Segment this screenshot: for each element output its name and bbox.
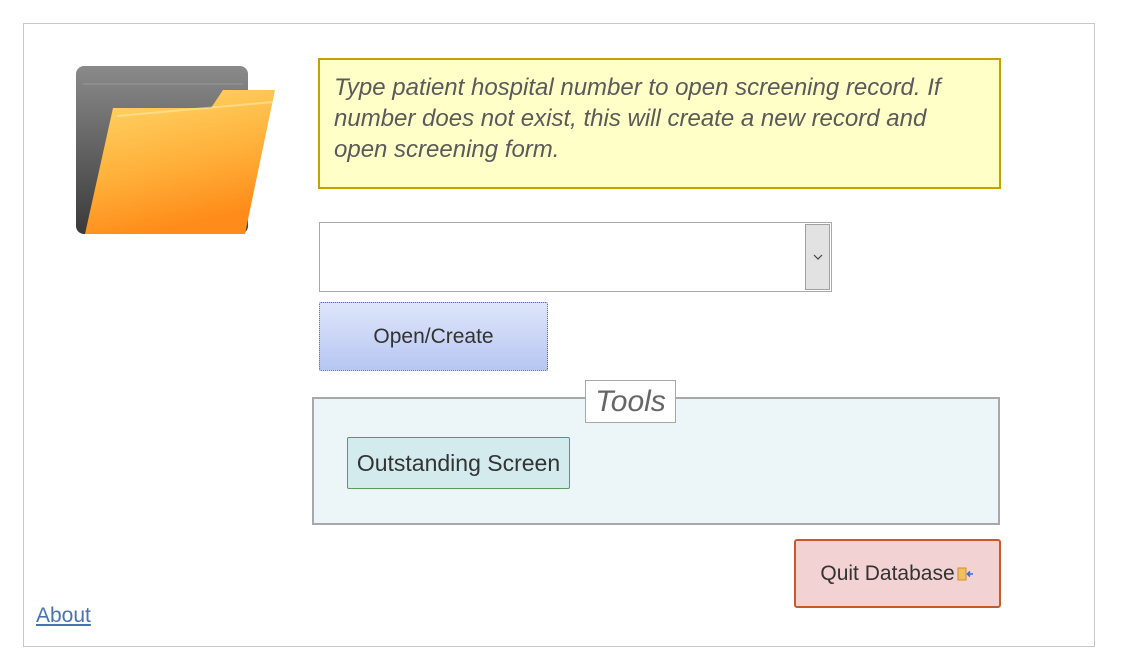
exit-door-icon (957, 567, 973, 580)
instruction-text: Type patient hospital number to open scr… (318, 58, 1001, 189)
chevron-down-icon (813, 254, 822, 260)
about-link[interactable]: About (36, 604, 91, 628)
folder-icon (76, 66, 275, 234)
dropdown-button[interactable] (805, 224, 830, 290)
quit-database-button[interactable]: Quit Database (794, 539, 1001, 608)
quit-database-label: Quit Database (820, 561, 955, 585)
tools-label: Tools (585, 380, 676, 423)
outstanding-screen-button[interactable]: Outstanding Screen (347, 437, 570, 489)
open-create-button[interactable]: Open/Create (319, 302, 548, 371)
patient-number-combo[interactable] (319, 222, 832, 292)
